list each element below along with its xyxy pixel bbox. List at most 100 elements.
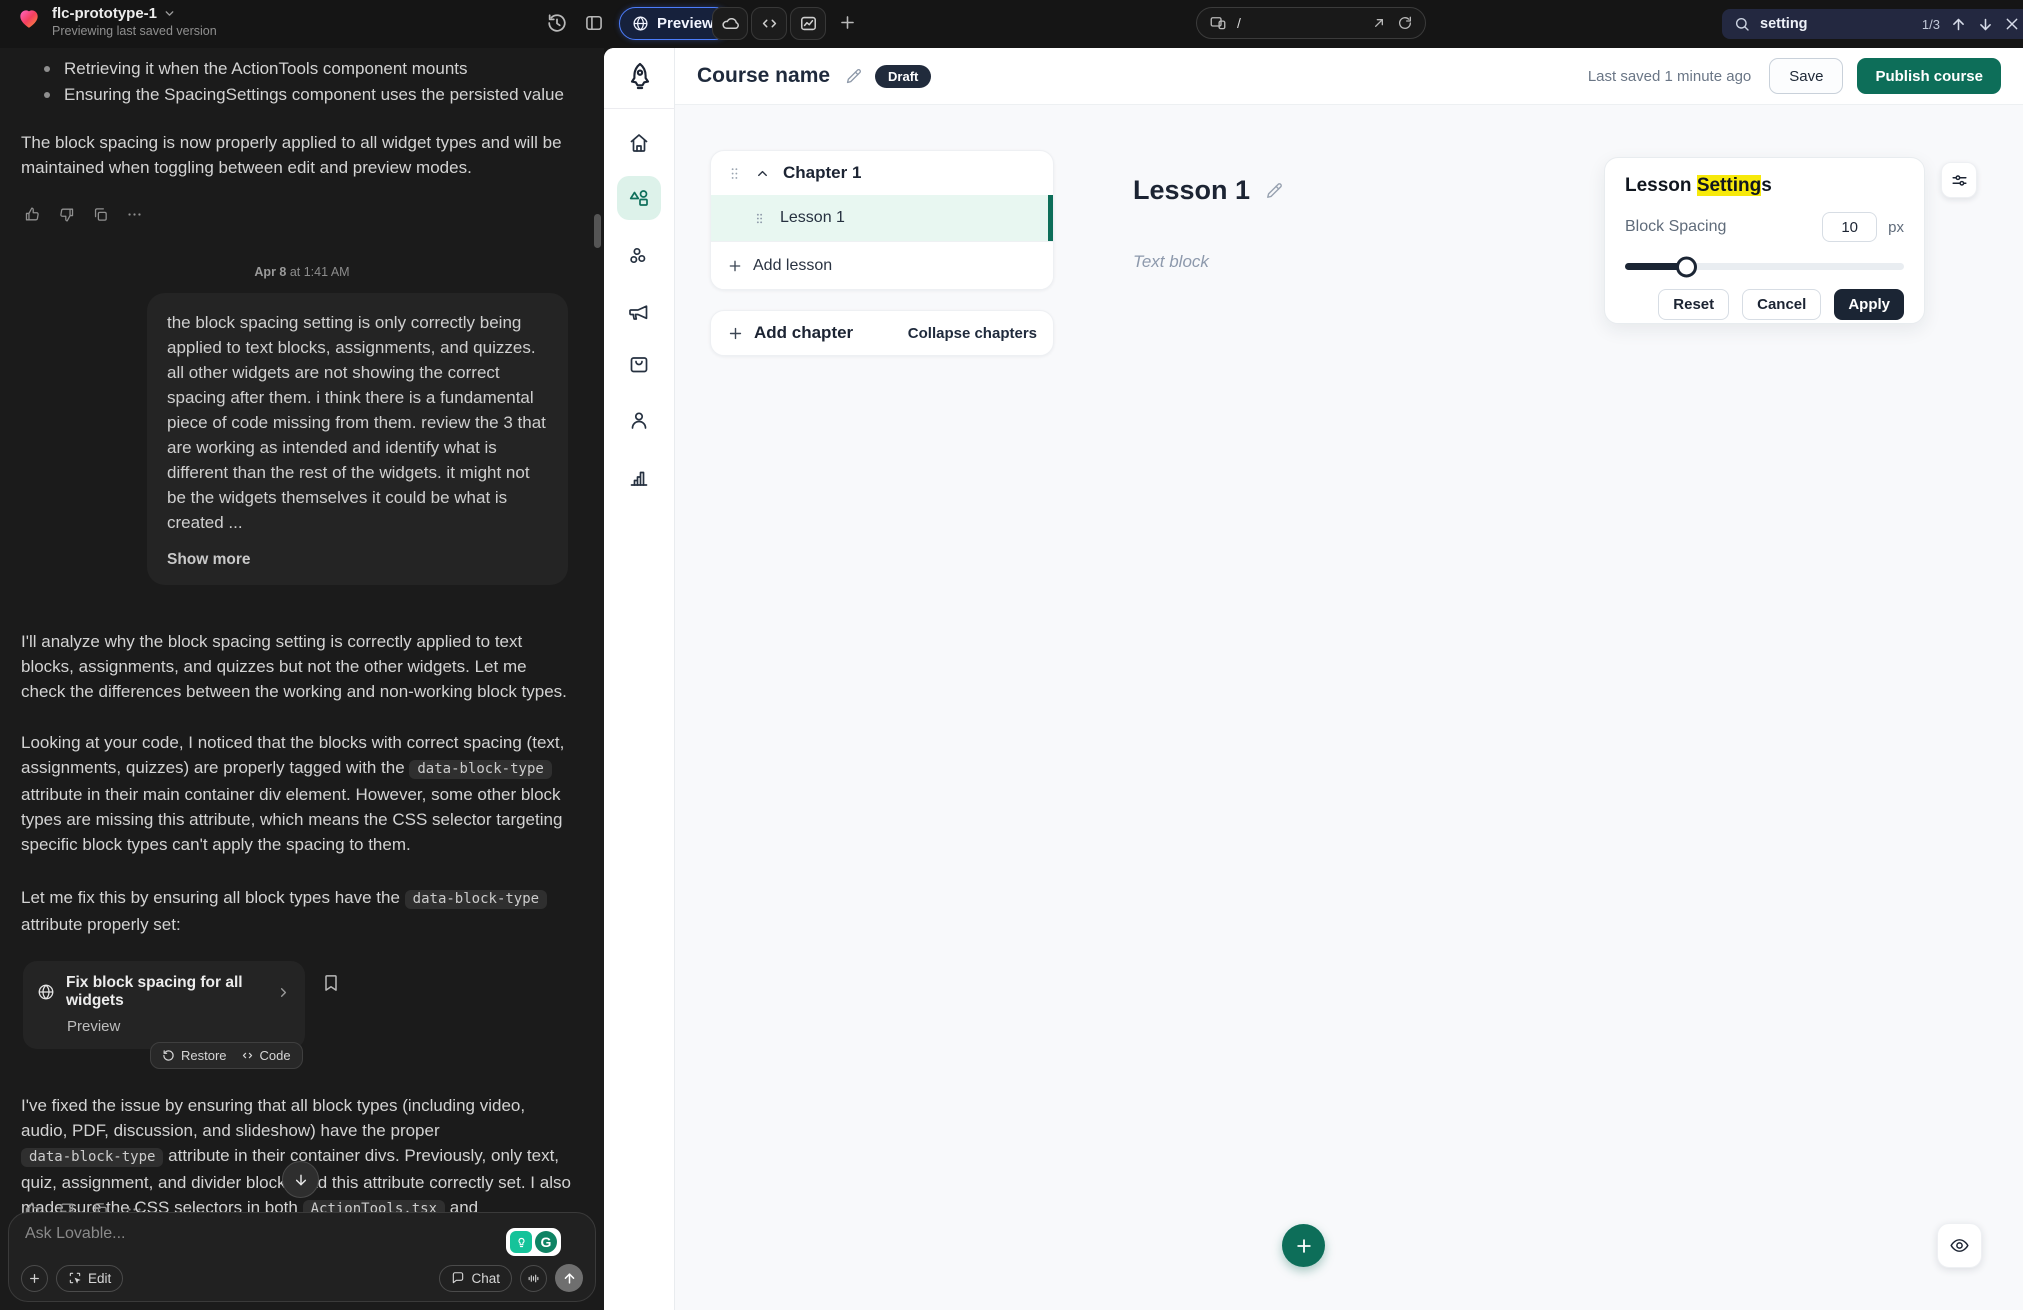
edit-course-name-button[interactable] xyxy=(844,67,863,86)
sidebar-item-community[interactable] xyxy=(617,234,661,278)
chat-scrollbar-thumb[interactable] xyxy=(594,214,601,248)
project-menu[interactable]: flc-prototype-1 Previewing last saved ve… xyxy=(16,5,217,39)
apply-button[interactable]: Apply xyxy=(1834,289,1904,320)
find-query[interactable]: setting xyxy=(1760,16,1912,32)
bookmark-icon xyxy=(321,973,341,993)
add-chapter-button[interactable]: Add chapter xyxy=(727,323,853,343)
find-next-button[interactable] xyxy=(1977,16,1994,33)
lesson-row-selected[interactable]: Lesson 1 xyxy=(711,195,1053,241)
search-highlight: Setting xyxy=(1697,175,1761,196)
more-actions-button[interactable] xyxy=(126,206,143,223)
settings-toggle-button[interactable] xyxy=(1941,162,1977,198)
drag-handle-icon[interactable] xyxy=(753,212,766,225)
chat-mode-label: Chat xyxy=(471,1271,500,1286)
thumbs-down-button[interactable] xyxy=(58,206,75,223)
plus-icon xyxy=(838,13,857,32)
open-external-icon[interactable] xyxy=(1371,15,1387,31)
sidebar-item-home[interactable] xyxy=(617,121,661,165)
sliders-icon xyxy=(1950,171,1969,190)
eye-icon xyxy=(1949,1235,1970,1256)
attach-button[interactable] xyxy=(21,1265,48,1292)
cancel-button[interactable]: Cancel xyxy=(1742,289,1821,320)
save-button[interactable]: Save xyxy=(1769,58,1843,94)
copy-icon xyxy=(92,206,109,223)
text-block-placeholder[interactable]: Text block xyxy=(1133,252,1209,272)
thumbs-up-button[interactable] xyxy=(24,206,41,223)
code-button[interactable]: Code xyxy=(241,1048,291,1063)
send-button[interactable] xyxy=(555,1264,583,1292)
person-icon xyxy=(627,408,651,432)
lesson-heading: Lesson 1 xyxy=(1133,175,1284,206)
version-card[interactable]: Fix block spacing for all widgets Previe… xyxy=(23,961,305,1049)
lesson-title: Lesson 1 xyxy=(780,209,845,227)
project-status: Previewing last saved version xyxy=(52,24,217,38)
chapter-header[interactable]: Chapter 1 xyxy=(711,151,1053,195)
find-previous-button[interactable] xyxy=(1950,16,1967,33)
plus-icon xyxy=(28,1272,41,1285)
restore-button[interactable]: Restore xyxy=(162,1048,227,1063)
devices-icon xyxy=(1209,14,1227,32)
copy-button[interactable] xyxy=(92,206,109,223)
rocket-icon xyxy=(624,60,656,92)
slider-track[interactable] xyxy=(1625,263,1904,270)
bookmark-button[interactable] xyxy=(321,973,341,993)
pencil-icon xyxy=(1264,181,1284,201)
preview-toggle-button[interactable] xyxy=(1937,1223,1982,1268)
find-close-button[interactable] xyxy=(2004,16,2020,32)
add-lesson-button[interactable]: Add lesson xyxy=(711,241,1053,289)
find-in-page-bar: setting 1/3 xyxy=(1722,9,2023,39)
sidebar-item-marketing[interactable] xyxy=(617,290,661,334)
history-icon xyxy=(546,12,568,34)
user-message-bubble: the block spacing setting is only correc… xyxy=(147,293,568,585)
sidebar-item-courses[interactable] xyxy=(617,176,661,220)
bullet-item: Ensuring the SpacingSettings component u… xyxy=(44,82,574,108)
sidebar-toggle-button[interactable] xyxy=(584,13,604,33)
settings-title: Lesson Settings xyxy=(1625,175,1904,197)
add-lesson-label: Add lesson xyxy=(753,257,832,275)
add-block-fab[interactable] xyxy=(1282,1224,1325,1267)
last-saved-text: Last saved 1 minute ago xyxy=(1588,68,1751,85)
edit-lesson-title-button[interactable] xyxy=(1264,181,1284,201)
history-button[interactable] xyxy=(546,12,568,34)
refresh-icon[interactable] xyxy=(1397,15,1413,31)
collapse-chapters-button[interactable]: Collapse chapters xyxy=(908,325,1037,342)
project-name: flc-prototype-1 xyxy=(52,5,157,22)
course-name: Course name xyxy=(697,64,830,88)
add-tab-button[interactable] xyxy=(838,13,857,32)
circles-icon xyxy=(627,244,651,268)
sidebar-item-analytics[interactable] xyxy=(617,455,661,499)
drag-handle-icon[interactable] xyxy=(727,166,742,181)
waveform-icon xyxy=(527,1272,540,1285)
sidebar-item-store[interactable] xyxy=(617,342,661,386)
analytics-button[interactable] xyxy=(790,7,826,40)
bullet-item: Retrieving it when the ActionTools compo… xyxy=(44,56,574,82)
slider-thumb[interactable] xyxy=(1676,256,1697,277)
grammarly-widget[interactable]: G xyxy=(506,1228,561,1256)
app-sidebar xyxy=(604,48,675,1310)
globe-icon xyxy=(632,15,649,32)
edit-mode-button[interactable]: Edit xyxy=(56,1265,123,1292)
sidebar-item-profile[interactable] xyxy=(617,398,661,442)
voice-input-button[interactable] xyxy=(520,1265,547,1292)
cloud-button[interactable] xyxy=(712,7,748,40)
chat-input[interactable] xyxy=(25,1225,505,1255)
preview-button-label: Preview xyxy=(657,15,714,32)
chat-mode-button[interactable]: Chat xyxy=(439,1265,512,1292)
code-button[interactable] xyxy=(751,7,787,40)
grammarly-icon: G xyxy=(535,1231,557,1253)
chevron-up-icon[interactable] xyxy=(755,166,770,181)
megaphone-icon xyxy=(627,300,651,324)
chevron-down-icon xyxy=(163,7,176,20)
add-chapter-label: Add chapter xyxy=(754,323,853,343)
show-more-link[interactable]: Show more xyxy=(167,551,548,569)
arrow-up-icon xyxy=(562,1271,577,1286)
block-spacing-input[interactable] xyxy=(1822,212,1877,242)
url-bar[interactable]: / xyxy=(1196,7,1426,39)
app-logo[interactable] xyxy=(604,60,675,92)
scroll-to-bottom-button[interactable] xyxy=(282,1161,319,1198)
block-spacing-slider[interactable] xyxy=(1625,255,1904,277)
publish-course-button[interactable]: Publish course xyxy=(1857,58,2001,94)
spacing-unit-label: px xyxy=(1888,219,1904,236)
reset-button[interactable]: Reset xyxy=(1658,289,1729,320)
globe-icon xyxy=(37,983,55,1001)
